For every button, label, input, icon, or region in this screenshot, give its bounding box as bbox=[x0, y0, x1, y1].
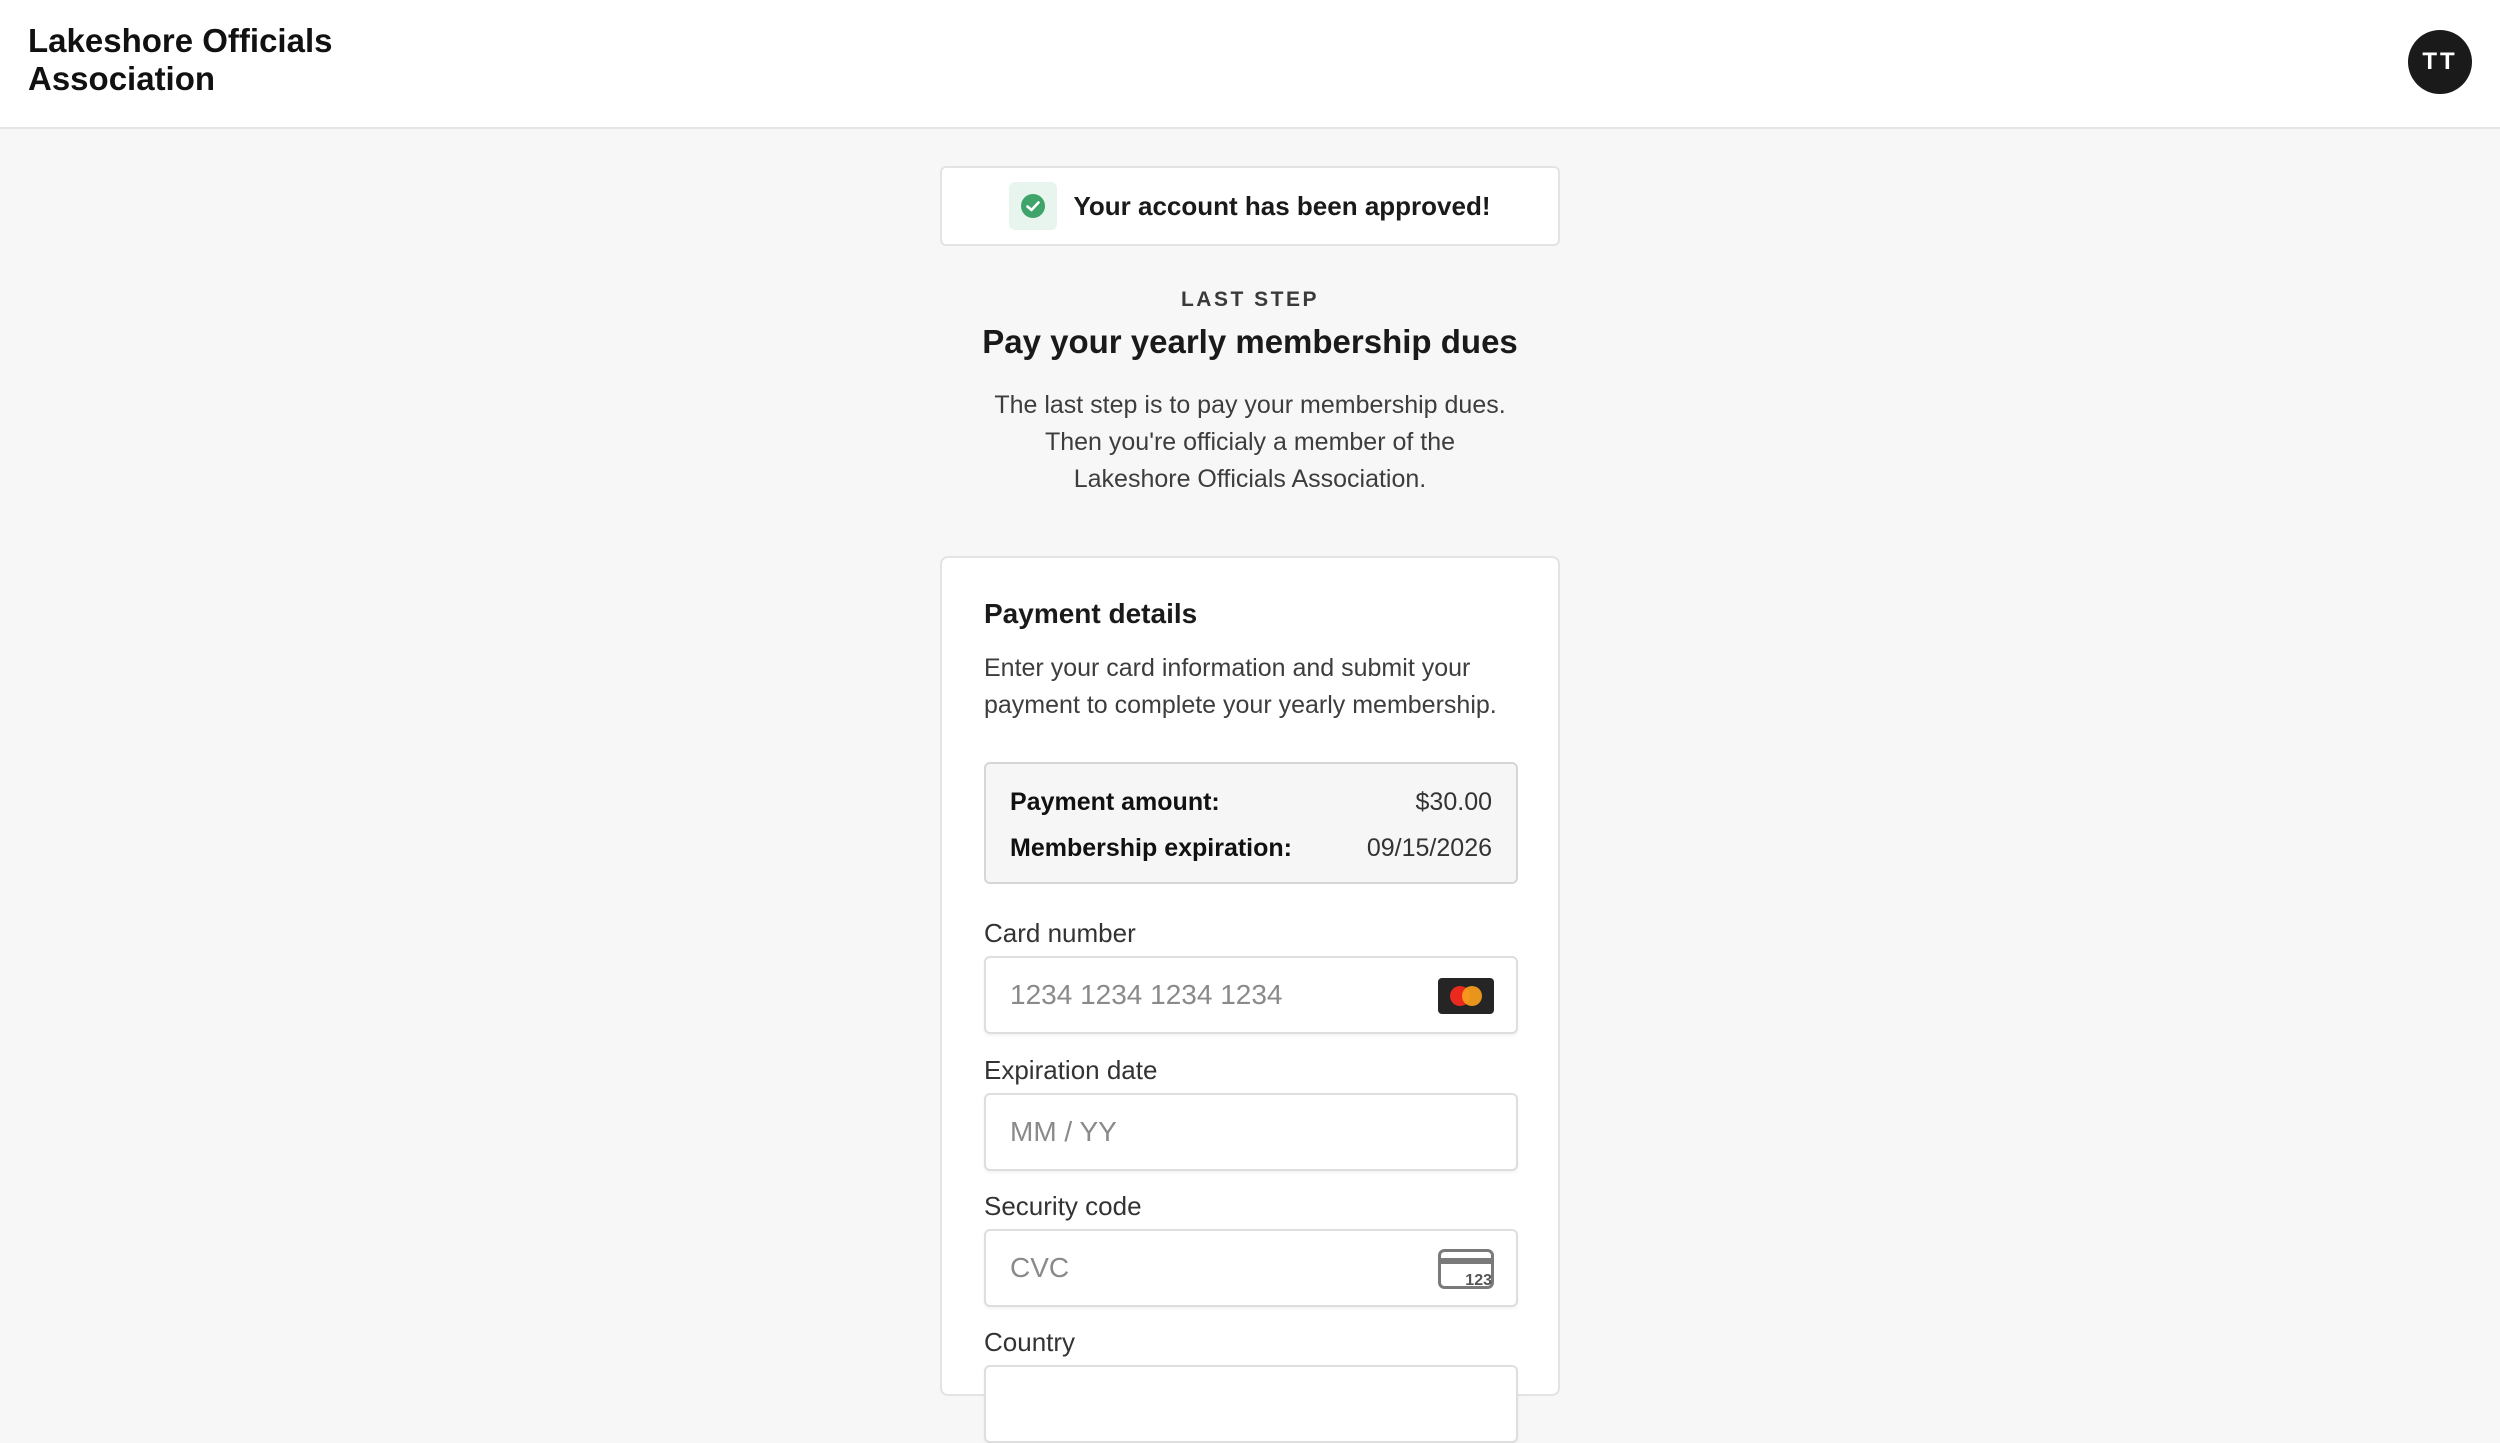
payment-title: Payment details bbox=[984, 598, 1198, 629]
country-label: Country bbox=[984, 1327, 1076, 1357]
security-code-field[interactable]: 123 bbox=[984, 1229, 1518, 1307]
card-number-input[interactable] bbox=[986, 958, 1516, 1032]
expiration-date-label: Expiration date bbox=[984, 1055, 1158, 1085]
mastercard-icon bbox=[1438, 978, 1494, 1019]
summary-row-amount: Payment amount: $30.00 bbox=[1010, 784, 1492, 820]
country-select[interactable] bbox=[984, 1365, 1518, 1443]
security-code-label: Security code bbox=[984, 1191, 1142, 1221]
cvc-icon-text: 123 bbox=[1465, 1272, 1492, 1289]
expiration-date-input[interactable] bbox=[986, 1095, 1516, 1169]
payment-description: Enter your card information and submit y… bbox=[984, 654, 1497, 719]
card-number-field[interactable] bbox=[984, 956, 1518, 1034]
card-number-label: Card number bbox=[984, 918, 1136, 948]
cvc-card-icon: 123 bbox=[1438, 1249, 1494, 1296]
payment-card: Payment details Enter your card informat… bbox=[940, 556, 1560, 1443]
expiration-value: 09/15/2026 bbox=[1366, 833, 1492, 862]
step-eyebrow: LAST STEP bbox=[1180, 288, 1319, 311]
amount-value: $30.00 bbox=[1415, 787, 1492, 816]
payment-summary: Payment amount: $30.00 Membership expira… bbox=[984, 762, 1518, 884]
security-code-input[interactable] bbox=[986, 1231, 1516, 1305]
check-circle-icon bbox=[1009, 182, 1058, 230]
page-title: Pay your yearly membership dues bbox=[982, 323, 1518, 360]
expiration-date-field[interactable] bbox=[984, 1093, 1518, 1171]
approval-alert: Your account has been approved! bbox=[940, 166, 1560, 246]
page-description: The last step is to pay your membership … bbox=[994, 391, 1506, 493]
amount-label: Payment amount: bbox=[1010, 787, 1220, 816]
top-bar: Lakeshore Officials Association TT bbox=[0, 0, 2500, 129]
avatar[interactable]: TT bbox=[2408, 30, 2472, 94]
brand-name: Lakeshore Officials Association bbox=[28, 22, 333, 97]
alert-message: Your account has been approved! bbox=[1073, 190, 1491, 221]
expiration-label: Membership expiration: bbox=[1010, 833, 1292, 862]
summary-row-expiration: Membership expiration: 09/15/2026 bbox=[1010, 830, 1492, 866]
